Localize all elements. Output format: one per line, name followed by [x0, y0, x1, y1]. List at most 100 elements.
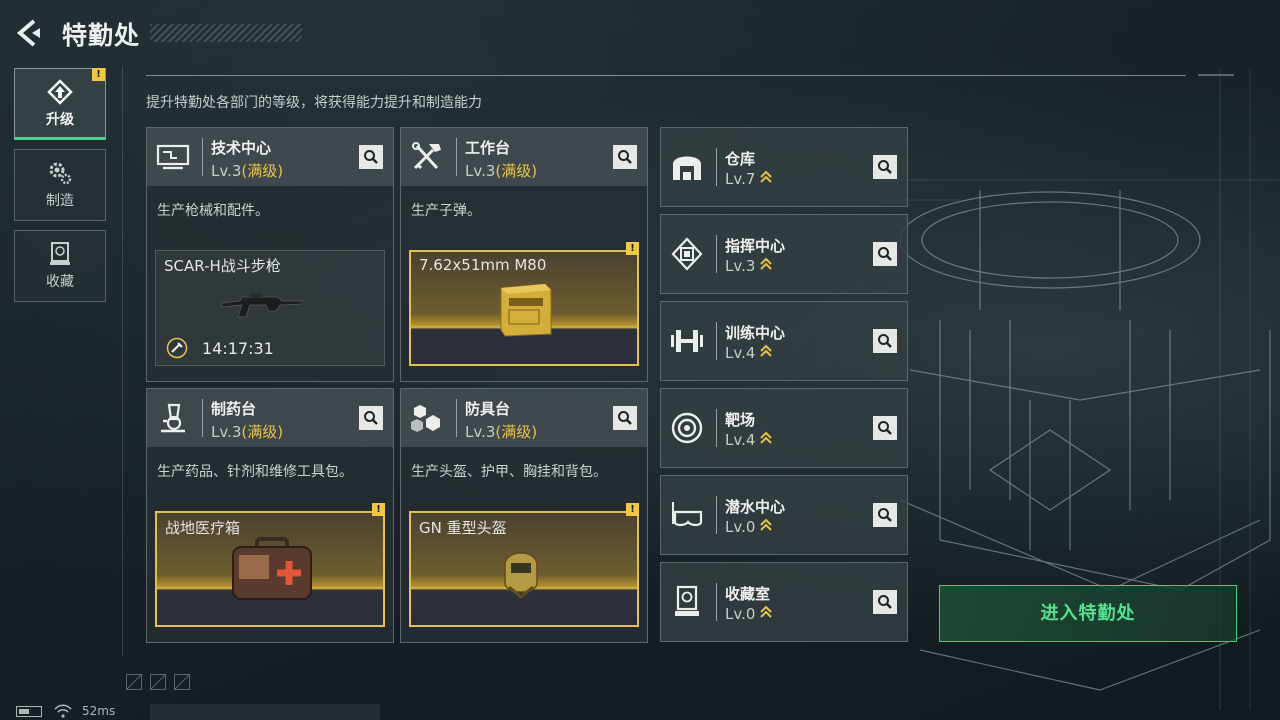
search-icon: [878, 508, 892, 522]
card-tech-center[interactable]: 技术中心 Lv.3(满级) 生产枪械和配件。 SCAR-H战斗步枪 14:17:…: [146, 127, 394, 382]
divider: [716, 322, 717, 360]
warning-badge: !: [372, 503, 385, 516]
title-decoration: [150, 24, 302, 42]
tools-icon: [412, 142, 441, 170]
upgrade-chevron-icon: [760, 518, 773, 531]
inspect-button[interactable]: [359, 145, 383, 169]
divider-end: [1198, 74, 1234, 76]
card-workbench[interactable]: 工作台 Lv.3(满级) 生产子弹。 7.62x51mm M80 !: [400, 127, 648, 382]
inspect-button[interactable]: [873, 416, 897, 440]
card-pharmacy[interactable]: 制药台 Lv.3(满级) 生产药品、针剂和维修工具包。 战地医疗箱 !: [146, 388, 394, 643]
search-icon: [878, 595, 892, 609]
inspect-button[interactable]: [873, 590, 897, 614]
diving-mask-icon: [672, 502, 703, 527]
facility-name: 靶场: [725, 411, 756, 429]
facility-level: Lv.3(满级): [211, 423, 284, 441]
inspect-button[interactable]: [873, 155, 897, 179]
facility-row-warehouse[interactable]: 仓库 Lv.7: [660, 127, 908, 207]
search-icon: [878, 160, 892, 174]
card-header: 防具台 Lv.3(满级): [401, 389, 647, 447]
warning-badge: !: [626, 242, 639, 255]
timer-icon: [166, 337, 188, 359]
facility-name: 制药台: [211, 400, 257, 418]
microscope-icon: [161, 403, 185, 433]
divider: [456, 138, 457, 176]
crafting-slot[interactable]: GN 重型头盔 !: [409, 503, 639, 627]
inspect-button[interactable]: [873, 242, 897, 266]
facility-level: Lv.3: [725, 257, 773, 275]
ammo-box-icon: [500, 283, 552, 337]
divider: [716, 235, 717, 273]
inspect-button[interactable]: [613, 145, 637, 169]
facility-level: Lv.0: [725, 605, 773, 623]
max-level-tag: (满级): [241, 423, 284, 441]
network-ping: 52ms: [82, 704, 116, 718]
card-header: 技术中心 Lv.3(满级): [147, 128, 393, 186]
facility-name: 防具台: [465, 400, 511, 418]
inspect-button[interactable]: [613, 406, 637, 430]
upgrade-chevron-icon: [760, 170, 773, 183]
helmet-icon: [504, 552, 538, 599]
search-icon: [878, 247, 892, 261]
target-icon: [671, 412, 703, 444]
tab-upgrade[interactable]: 升级 !: [14, 68, 106, 140]
back-arrow-icon[interactable]: [14, 18, 44, 48]
inspect-button[interactable]: [873, 503, 897, 527]
dumbbell-icon: [671, 330, 703, 352]
max-level-tag: (满级): [241, 162, 284, 180]
crafting-slot[interactable]: SCAR-H战斗步枪 14:17:31: [155, 250, 385, 366]
facility-level: Lv.3(满级): [465, 423, 538, 441]
facility-name: 技术中心: [211, 139, 272, 157]
page-subtitle: 提升特勤处各部门的等级，将获得能力提升和制造能力: [146, 95, 482, 111]
tab-label: 制造: [46, 193, 74, 209]
search-icon: [364, 150, 378, 164]
computer-icon: [156, 144, 190, 170]
inspect-button[interactable]: [359, 406, 383, 430]
medkit-icon: [232, 537, 312, 600]
facility-row-collection-room[interactable]: 收藏室 Lv.0: [660, 562, 908, 642]
inspect-button[interactable]: [873, 329, 897, 353]
enter-safehouse-button[interactable]: 进入特勤处: [939, 585, 1237, 642]
facility-name: 潜水中心: [725, 498, 786, 516]
item-name: 战地医疗箱: [165, 519, 241, 537]
facility-level: Lv.7: [725, 170, 773, 188]
card-header: 制药台 Lv.3(满级): [147, 389, 393, 447]
item-name: SCAR-H战斗步枪: [164, 257, 281, 275]
facility-row-diving-center[interactable]: 潜水中心 Lv.0: [660, 475, 908, 555]
tab-craft[interactable]: 制造: [14, 149, 106, 221]
warning-badge: !: [626, 503, 639, 516]
display-case-icon: [675, 585, 699, 616]
tab-collection[interactable]: 收藏: [14, 230, 106, 302]
battery-icon: [16, 706, 42, 717]
page-title: 特勤处: [62, 21, 141, 50]
decorative-squares: [126, 674, 191, 690]
facility-name: 收藏室: [725, 585, 771, 603]
facility-row-shooting-range[interactable]: 靶场 Lv.4: [660, 388, 908, 468]
divider: [202, 399, 203, 437]
crafting-slot[interactable]: 战地医疗箱 !: [155, 503, 385, 627]
facility-level: Lv.3(满级): [465, 162, 538, 180]
facility-row-command-center[interactable]: 指挥中心 Lv.3: [660, 214, 908, 294]
card-header: 工作台 Lv.3(满级): [401, 128, 647, 186]
facility-level: Lv.0: [725, 518, 773, 536]
craft-timer: 14:17:31: [202, 339, 274, 358]
facility-row-training-center[interactable]: 训练中心 Lv.4: [660, 301, 908, 381]
facility-level: Lv.3(满级): [211, 162, 284, 180]
rifle-icon: [221, 293, 303, 318]
crafting-slot[interactable]: 7.62x51mm M80 !: [409, 242, 639, 366]
chip-icon: [671, 237, 703, 271]
upgrade-icon: [47, 79, 73, 105]
tab-label: 收藏: [46, 274, 74, 290]
status-strip: [150, 704, 380, 720]
search-icon: [618, 150, 632, 164]
collection-icon: [50, 242, 70, 265]
max-level-tag: (满级): [495, 162, 538, 180]
facility-description: 生产子弹。: [411, 203, 481, 219]
divider: [456, 399, 457, 437]
facility-name: 训练中心: [725, 324, 786, 342]
upgrade-chevron-icon: [760, 605, 773, 618]
divider: [716, 496, 717, 534]
facility-level: Lv.4: [725, 431, 773, 449]
facility-name: 仓库: [725, 150, 756, 168]
card-armor-bench[interactable]: 防具台 Lv.3(满级) 生产头盔、护甲、胸挂和背包。 GN 重型头盔 !: [400, 388, 648, 643]
